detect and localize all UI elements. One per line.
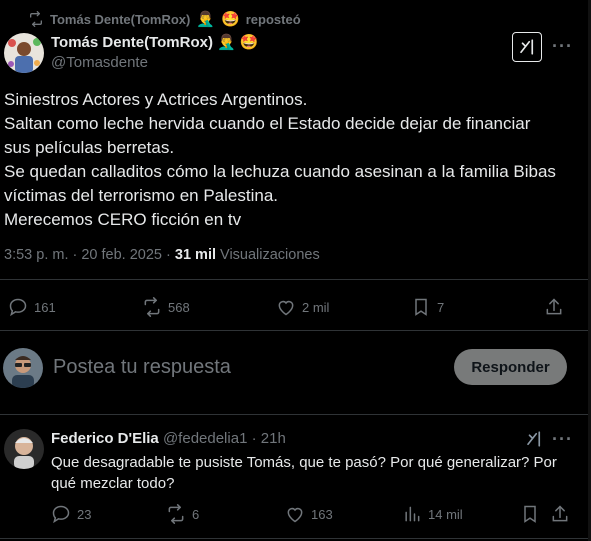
views-icon bbox=[405, 506, 420, 522]
like-action[interactable]: 2 mil bbox=[276, 297, 329, 317]
post-line: Se quedan calladitos cómo la lechuza cua… bbox=[4, 162, 556, 181]
reply-button[interactable]: Responder bbox=[454, 349, 567, 385]
author-name-row[interactable]: Tomás Dente(TomRox) 🤦‍♂️ 🤩 bbox=[51, 34, 258, 51]
bookmark-icon bbox=[415, 298, 427, 316]
reply-button-label: Responder bbox=[471, 358, 550, 376]
views-label: Visualizaciones bbox=[220, 247, 320, 263]
comment-views-count: 14 mil bbox=[428, 506, 463, 522]
author-avatar[interactable] bbox=[4, 33, 44, 73]
comment-text: Que desagradable te pusiste Tomás, que t… bbox=[51, 452, 576, 494]
comment-like-count: 163 bbox=[311, 506, 333, 522]
comment-author-handle[interactable]: @fededelia1 bbox=[163, 430, 247, 447]
repost-icon bbox=[30, 11, 42, 27]
post-timestamp[interactable]: 3:53 p. m. · 20 feb. 2025 · bbox=[4, 247, 175, 263]
heart-icon bbox=[287, 507, 303, 523]
comment-share-action[interactable] bbox=[550, 504, 570, 524]
grok-icon[interactable] bbox=[524, 429, 544, 449]
bookmark-count: 7 bbox=[437, 299, 445, 315]
repost-user[interactable]: Tomás Dente(TomRox) bbox=[50, 12, 190, 27]
divider bbox=[0, 538, 591, 539]
repost-header[interactable]: Tomás Dente(TomRox) 🤦‍♂️ 🤩 reposteó bbox=[28, 11, 301, 27]
reply-icon bbox=[52, 505, 70, 524]
comment-bookmark-action[interactable] bbox=[520, 504, 540, 524]
comment-author-name[interactable]: Federico D'Elia bbox=[51, 430, 159, 447]
views-count: 31 mil bbox=[174, 247, 216, 263]
like-count: 2 mil bbox=[302, 299, 330, 315]
reply-count: 161 bbox=[34, 299, 56, 315]
bookmark-icon bbox=[524, 505, 536, 523]
star-eyes-emoji: 🤩 bbox=[221, 10, 240, 28]
comment-line: qué mezclar todo? bbox=[51, 475, 175, 492]
repost-action[interactable]: 568 bbox=[142, 297, 190, 317]
comment-like-action[interactable]: 163 bbox=[285, 504, 333, 524]
reply-icon bbox=[9, 298, 27, 317]
comment-views-action[interactable]: 14 mil bbox=[402, 504, 463, 524]
bookmark-action[interactable]: 7 bbox=[411, 297, 444, 317]
star-eyes-emoji: 🤩 bbox=[239, 34, 259, 51]
author-name[interactable]: Tomás Dente(TomRox) bbox=[51, 34, 213, 51]
post-meta: 3:53 p. m. · 20 feb. 2025 · 31 mil Visua… bbox=[4, 247, 320, 263]
post-line: víctimas del terrorismo en Palestina. bbox=[4, 186, 278, 205]
repost-icon bbox=[168, 504, 184, 524]
author-handle[interactable]: @Tomasdente bbox=[51, 54, 148, 71]
current-user-avatar[interactable] bbox=[3, 348, 43, 388]
facepalm-emoji: 🤦‍♂️ bbox=[196, 10, 216, 28]
divider bbox=[0, 279, 591, 280]
more-icon[interactable]: ··· bbox=[552, 429, 573, 450]
reply-input[interactable]: Postea tu respuesta bbox=[53, 356, 231, 379]
post-line: Saltan como leche hervida cuando el Esta… bbox=[4, 114, 531, 133]
repost-icon bbox=[144, 297, 160, 317]
facepalm-emoji: 🤦‍♂️ bbox=[216, 34, 236, 51]
divider bbox=[0, 414, 591, 415]
comment-header: Federico D'Elia @fededelia1 · 21h bbox=[51, 430, 286, 447]
post-line: Siniestros Actores y Actrices Argentinos… bbox=[4, 90, 308, 109]
share-action[interactable] bbox=[544, 297, 564, 317]
post-line: Merecemos CERO ficción en tv bbox=[4, 210, 242, 229]
comment-time[interactable]: · 21h bbox=[252, 430, 286, 447]
comment-repost-action[interactable]: 6 bbox=[166, 504, 199, 524]
more-icon[interactable]: ··· bbox=[552, 36, 573, 57]
grok-icon[interactable] bbox=[512, 32, 542, 62]
share-icon bbox=[552, 505, 568, 522]
post-line: sus películas berretas. bbox=[4, 138, 175, 157]
post-text: Siniestros Actores y Actrices Argentinos… bbox=[4, 88, 584, 232]
comment-repost-count: 6 bbox=[192, 506, 200, 522]
comment-reply-count: 23 bbox=[77, 506, 92, 522]
share-icon bbox=[546, 298, 562, 315]
divider bbox=[0, 330, 591, 331]
repost-suffix: reposteó bbox=[245, 11, 301, 27]
repost-count: 568 bbox=[168, 299, 190, 315]
comment-line: Que desagradable te pusiste Tomás, que t… bbox=[51, 454, 557, 471]
heart-icon bbox=[278, 300, 294, 316]
reply-action[interactable]: 161 bbox=[8, 297, 56, 317]
comment-reply-action[interactable]: 23 bbox=[51, 504, 91, 524]
comment-author-avatar[interactable] bbox=[4, 429, 44, 469]
